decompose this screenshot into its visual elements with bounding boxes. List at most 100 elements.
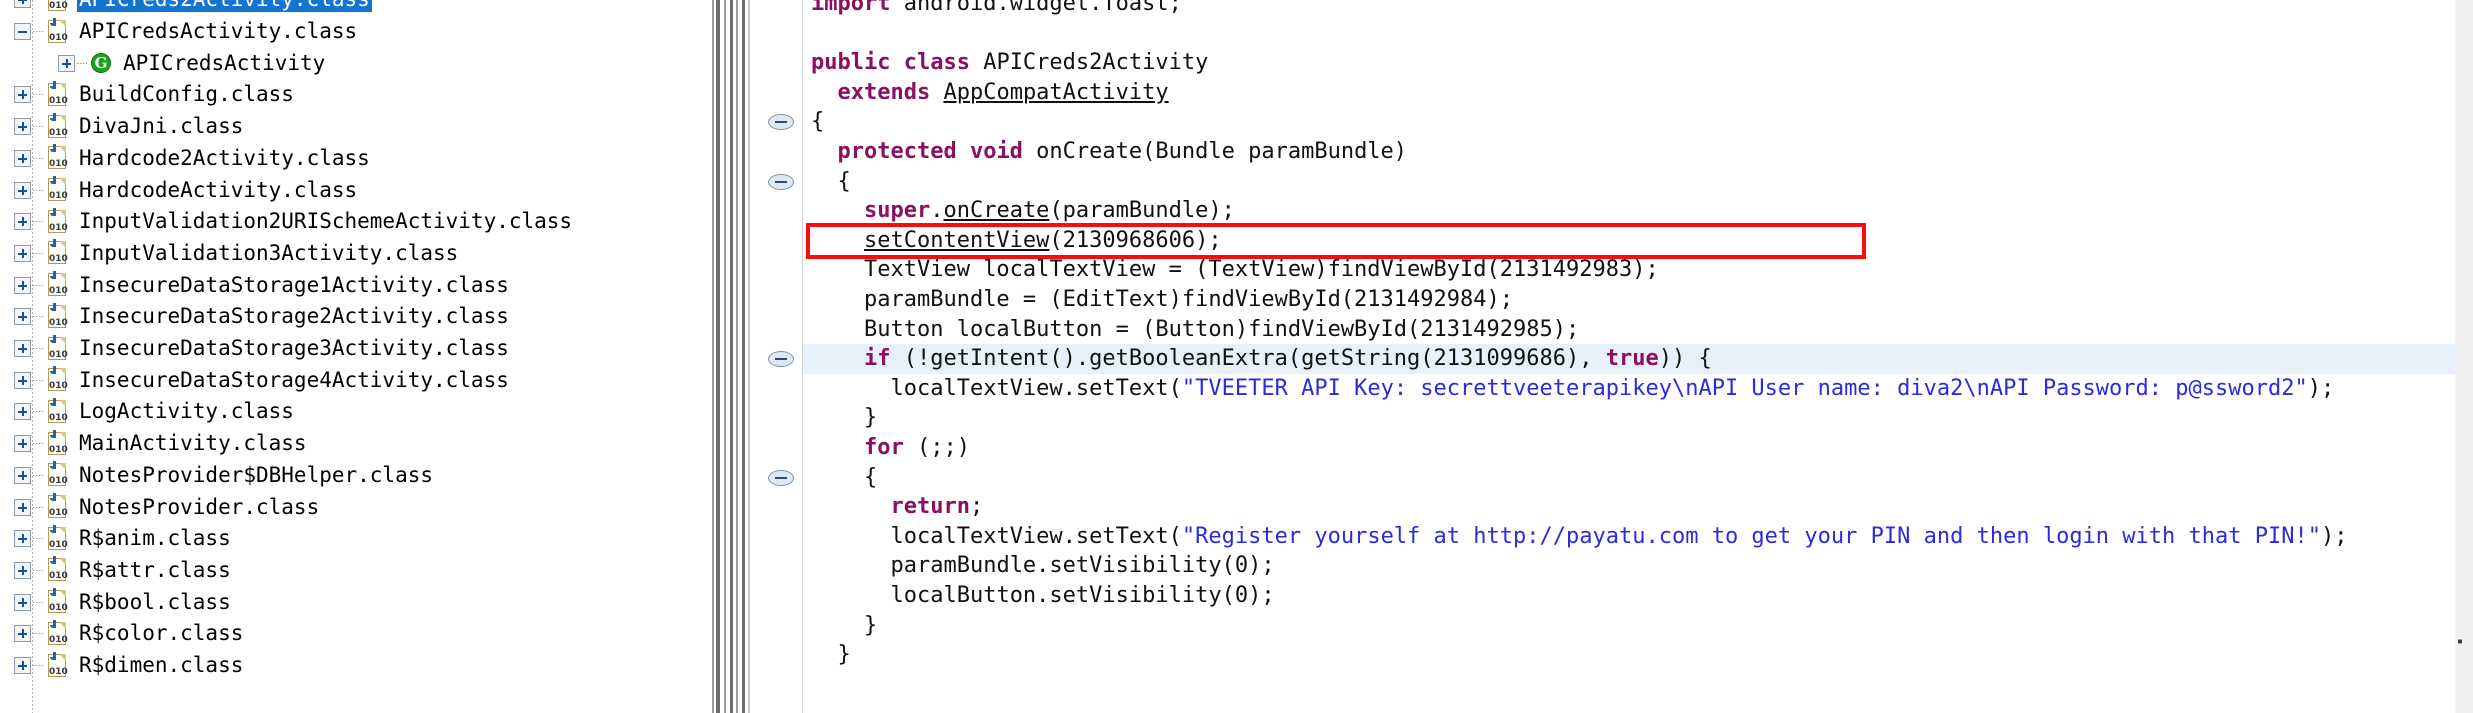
expand-icon[interactable] <box>14 498 31 516</box>
code-fold-gutter[interactable] <box>760 0 803 713</box>
green-class-icon: G <box>89 51 113 75</box>
code-line-1[interactable] <box>803 19 2473 49</box>
java-class-icon: 010 <box>45 112 69 140</box>
code-line-3[interactable]: extends AppCompatActivity <box>803 78 2473 108</box>
expand-icon[interactable] <box>14 276 31 294</box>
tree-item-15[interactable]: 010 NotesProvider$DBHelper.class <box>0 460 690 492</box>
tree-item-16[interactable]: 010 NotesProvider.class <box>0 491 690 523</box>
code-line-8[interactable]: setContentView(2130968606); <box>803 226 2473 256</box>
tree-item-11[interactable]: 010 InsecureDataStorage3Activity.class <box>0 333 690 365</box>
fold-toggle-icon[interactable] <box>768 114 794 131</box>
expand-icon[interactable] <box>14 213 31 231</box>
tree-item-7[interactable]: 010 InputValidation2URISchemeActivity.cla… <box>0 206 690 238</box>
tree-item-2[interactable]: G APICredsActivity <box>0 47 690 79</box>
code-text-area[interactable]: import android.widget.Toast; public class… <box>803 0 2473 713</box>
code-token-kw: import <box>811 0 891 16</box>
tree-item-4[interactable]: 010 DivaJni.class <box>0 111 690 143</box>
java-class-icon: 010 <box>45 334 69 362</box>
code-token-un: AppCompatActivity <box>943 79 1169 105</box>
code-line-11[interactable]: Button localButton = (Button)findViewByI… <box>803 315 2473 345</box>
tree-connector <box>33 665 43 667</box>
tree-item-label: APICredsActivity <box>123 50 326 75</box>
tree-connector <box>77 62 87 64</box>
code-line-19[interactable]: paramBundle.setVisibility(0); <box>803 551 2473 581</box>
tree-item-10[interactable]: 010 InsecureDataStorage2Activity.class <box>0 301 690 333</box>
code-token-plain: paramBundle.setVisibility(0); <box>890 553 1275 579</box>
expand-icon[interactable] <box>14 86 31 104</box>
expand-icon[interactable] <box>14 149 31 167</box>
class-tree-panel[interactable]: 010 APICreds2Activity.class 010 APICredsAct… <box>0 0 690 713</box>
tree-connector <box>33 538 43 540</box>
code-line-17[interactable]: return; <box>803 492 2473 522</box>
tree-item-6[interactable]: 010 HardcodeActivity.class <box>0 174 690 206</box>
code-token-plain: } <box>837 642 851 668</box>
java-class-icon: 010 <box>45 461 69 488</box>
java-class-icon: 010 <box>45 397 69 425</box>
tree-item-14[interactable]: 010 MainActivity.class <box>0 428 690 460</box>
code-line-12[interactable]: if (!getIntent().getBooleanExtra(getStri… <box>803 344 2473 374</box>
code-line-5[interactable]: protected void onCreate(Bundle paramBund… <box>803 137 2473 167</box>
code-line-2[interactable]: public class APICreds2Activity <box>803 48 2473 78</box>
expand-icon[interactable] <box>14 308 31 326</box>
tree-item-5[interactable]: 010 Hardcode2Activity.class <box>0 143 690 175</box>
tree-connector <box>33 126 43 128</box>
code-line-15[interactable]: for (;;) <box>803 433 2473 463</box>
code-line-13[interactable]: localTextView.setText("TVEETER API Key: … <box>803 374 2473 404</box>
code-editor-panel[interactable]: import android.widget.Toast; public class… <box>760 0 2473 713</box>
code-line-9[interactable]: TextView localTextView = (TextView)findV… <box>803 255 2473 285</box>
panel-splitter[interactable] <box>690 0 760 713</box>
code-token-plain: (2130968606); <box>1049 227 1222 253</box>
tree-connector <box>33 31 43 33</box>
expand-icon[interactable] <box>14 403 31 421</box>
tree-item-8[interactable]: 010 InputValidation3Activity.class <box>0 238 690 270</box>
expand-icon[interactable] <box>14 593 31 611</box>
code-line-0[interactable]: import android.widget.Toast; <box>803 0 2473 19</box>
expand-icon[interactable] <box>14 0 31 9</box>
fold-toggle-icon[interactable] <box>768 469 794 486</box>
expand-icon[interactable] <box>14 435 31 453</box>
expand-icon[interactable] <box>14 118 31 136</box>
code-line-6[interactable]: { <box>803 167 2473 197</box>
expand-icon[interactable] <box>14 340 31 358</box>
code-line-20[interactable]: localButton.setVisibility(0); <box>803 581 2473 611</box>
expand-icon[interactable] <box>14 181 31 199</box>
fold-toggle-icon[interactable] <box>768 351 794 368</box>
tree-item-3[interactable]: 010 BuildConfig.class <box>0 79 690 111</box>
collapse-icon[interactable] <box>14 23 31 41</box>
expand-icon[interactable] <box>14 530 31 548</box>
tree-item-label: InsecureDataStorage2Activity.class <box>79 304 509 329</box>
code-line-10[interactable]: paramBundle = (EditText)findViewById(213… <box>803 285 2473 315</box>
code-line-21[interactable]: } <box>803 611 2473 641</box>
tree-item-18[interactable]: 010 R$attr.class <box>0 555 690 587</box>
code-line-4[interactable]: { <box>803 107 2473 137</box>
tree-item-9[interactable]: 010 InsecureDataStorage1Activity.class <box>0 269 690 301</box>
splitter-line-2 <box>716 0 720 713</box>
code-line-18[interactable]: localTextView.setText("Register yourself… <box>803 522 2473 552</box>
tree-item-1[interactable]: 010 APICredsActivity.class <box>0 16 690 48</box>
code-line-22[interactable]: } <box>803 640 2473 670</box>
code-line-16[interactable]: { <box>803 463 2473 493</box>
tree-item-12[interactable]: 010 InsecureDataStorage4Activity.class <box>0 364 690 396</box>
tree-item-20[interactable]: 010 R$color.class <box>0 618 690 650</box>
tree-item-17[interactable]: 010 R$anim.class <box>0 523 690 555</box>
tree-item-19[interactable]: 010 R$bool.class <box>0 586 690 618</box>
expand-icon[interactable] <box>14 561 31 579</box>
code-line-7[interactable]: super.onCreate(paramBundle); <box>803 196 2473 226</box>
expand-icon[interactable] <box>14 371 31 389</box>
fold-toggle-icon[interactable] <box>768 173 794 190</box>
editor-right-gutter[interactable]: ▪ <box>2455 0 2473 713</box>
tree-item-13[interactable]: 010 LogActivity.class <box>0 396 690 428</box>
expand-icon[interactable] <box>14 466 31 484</box>
expand-icon[interactable] <box>14 244 31 262</box>
tree-item-21[interactable]: 010 R$dimen.class <box>0 650 690 682</box>
expand-icon[interactable] <box>14 657 31 675</box>
expand-icon[interactable] <box>14 625 31 643</box>
code-line-14[interactable]: } <box>803 403 2473 433</box>
tree-item-0[interactable]: 010 APICreds2Activity.class <box>0 0 690 16</box>
java-class-icon: 010 <box>45 17 69 45</box>
expand-icon[interactable] <box>58 54 75 72</box>
